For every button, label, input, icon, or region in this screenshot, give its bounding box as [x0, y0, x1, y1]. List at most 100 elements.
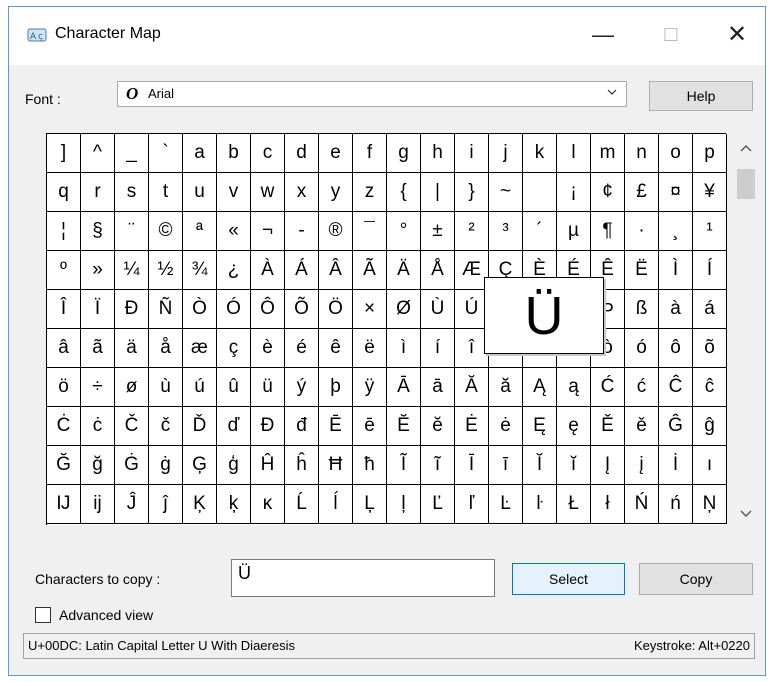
character-cell[interactable]: è: [251, 329, 285, 368]
character-cell[interactable]: Ď: [183, 407, 217, 446]
character-cell[interactable]: à: [659, 290, 693, 329]
font-dropdown[interactable]: O Arial: [117, 81, 627, 107]
character-cell[interactable]: ĕ: [421, 407, 455, 446]
character-cell[interactable]: ĳ: [81, 485, 115, 524]
character-cell[interactable]: İ: [659, 446, 693, 485]
character-cell[interactable]: j: [489, 134, 523, 173]
character-cell[interactable]: ě: [625, 407, 659, 446]
character-cell[interactable]: ġ: [149, 446, 183, 485]
character-cell[interactable]: Ó: [217, 290, 251, 329]
character-cell[interactable]: À: [251, 251, 285, 290]
character-cell[interactable]: Ñ: [149, 290, 183, 329]
character-cell[interactable]: Î: [47, 290, 81, 329]
character-cell[interactable]: h: [421, 134, 455, 173]
character-cell[interactable]: Ä: [387, 251, 421, 290]
chevron-down-icon[interactable]: [735, 507, 757, 521]
character-cell[interactable]: Â: [319, 251, 353, 290]
character-cell[interactable]: «: [217, 212, 251, 251]
character-cell[interactable]: ó: [625, 329, 659, 368]
character-cell[interactable]: ¢: [591, 173, 625, 212]
character-cell[interactable]: Ħ: [319, 446, 353, 485]
character-cell[interactable]: ®: [319, 212, 353, 251]
character-cell[interactable]: Õ: [285, 290, 319, 329]
character-cell[interactable]: Ĩ: [387, 446, 421, 485]
character-cell[interactable]: Ù: [421, 290, 455, 329]
character-cell[interactable]: ¹: [693, 212, 727, 251]
copy-button[interactable]: Copy: [639, 563, 753, 595]
character-cell[interactable]: f: [353, 134, 387, 173]
character-cell[interactable]: û: [217, 368, 251, 407]
select-button[interactable]: Select: [512, 563, 625, 595]
character-cell[interactable]: ^: [81, 134, 115, 173]
character-cell[interactable]: Ŀ: [489, 485, 523, 524]
character-cell[interactable]: Ĥ: [251, 446, 285, 485]
character-cell[interactable]: ø: [115, 368, 149, 407]
character-cell[interactable]: Đ: [251, 407, 285, 446]
character-cell[interactable]: ć: [625, 368, 659, 407]
character-cell[interactable]: ¨: [115, 212, 149, 251]
character-cell[interactable]: ©: [149, 212, 183, 251]
character-cell[interactable]: Á: [285, 251, 319, 290]
character-cell[interactable]: ü: [251, 368, 285, 407]
close-button[interactable]: ✕: [715, 15, 759, 55]
character-cell[interactable]: ħ: [353, 446, 387, 485]
character-cell[interactable]: Ī: [455, 446, 489, 485]
character-cell[interactable]: ĩ: [421, 446, 455, 485]
characters-to-copy-input[interactable]: Ü: [231, 559, 495, 597]
character-cell[interactable]: Ĳ: [47, 485, 81, 524]
character-cell[interactable]: e: [319, 134, 353, 173]
character-cell[interactable]: Ė: [455, 407, 489, 446]
character-cell[interactable]: µ: [557, 212, 591, 251]
character-cell[interactable]: ĵ: [149, 485, 183, 524]
character-cell[interactable]: ä: [115, 329, 149, 368]
character-cell[interactable]: ĉ: [693, 368, 727, 407]
character-cell[interactable]: £: [625, 173, 659, 212]
character-cell[interactable]: Ø: [387, 290, 421, 329]
character-cell[interactable]: ĺ: [319, 485, 353, 524]
character-cell[interactable]: Ĝ: [659, 407, 693, 446]
character-cell[interactable]: Ì: [659, 251, 693, 290]
character-cell[interactable]: -: [285, 212, 319, 251]
character-cell[interactable]: ģ: [217, 446, 251, 485]
character-cell[interactable]: ľ: [455, 485, 489, 524]
character-cell[interactable]: b: [217, 134, 251, 173]
character-cell[interactable]: Í: [693, 251, 727, 290]
character-cell[interactable]: §: [81, 212, 115, 251]
character-cell[interactable]: w: [251, 173, 285, 212]
character-cell[interactable]: o: [659, 134, 693, 173]
character-cell[interactable]: Ģ: [183, 446, 217, 485]
grid-scrollbar[interactable]: [735, 133, 757, 525]
character-cell[interactable]: ¬: [251, 212, 285, 251]
advanced-view-label[interactable]: Advanced view: [59, 607, 153, 623]
character-cell[interactable]: p: [693, 134, 727, 173]
chevron-up-icon[interactable]: [735, 141, 757, 155]
character-cell[interactable]: ö: [47, 368, 81, 407]
character-cell[interactable]: t: [149, 173, 183, 212]
character-cell[interactable]: ı: [693, 446, 727, 485]
character-cell[interactable]: ĥ: [285, 446, 319, 485]
character-cell[interactable]: ×: [353, 290, 387, 329]
character-cell[interactable]: °: [387, 212, 421, 251]
character-cell[interactable]: Ľ: [421, 485, 455, 524]
character-cell[interactable]: Č: [115, 407, 149, 446]
character-cell[interactable]: ę: [557, 407, 591, 446]
character-cell[interactable]: ¸: [659, 212, 693, 251]
character-cell[interactable]: |: [421, 173, 455, 212]
character-cell[interactable]: ¥: [693, 173, 727, 212]
character-cell[interactable]: º: [47, 251, 81, 290]
help-button[interactable]: Help: [649, 81, 753, 111]
character-cell[interactable]: Ń: [625, 485, 659, 524]
character-cell[interactable]: Ē: [319, 407, 353, 446]
character-cell[interactable]: ą: [557, 368, 591, 407]
character-cell[interactable]: c: [251, 134, 285, 173]
character-cell[interactable]: »: [81, 251, 115, 290]
character-cell[interactable]: Ĭ: [523, 446, 557, 485]
character-cell[interactable]: ¡: [557, 173, 591, 212]
character-cell[interactable]: Ł: [557, 485, 591, 524]
scrollbar-thumb[interactable]: [737, 169, 755, 199]
character-cell[interactable]: ÷: [81, 368, 115, 407]
character-cell[interactable]: Ð: [115, 290, 149, 329]
character-cell[interactable]: ¤: [659, 173, 693, 212]
character-cell[interactable]: }: [455, 173, 489, 212]
character-cell[interactable]: ½: [149, 251, 183, 290]
